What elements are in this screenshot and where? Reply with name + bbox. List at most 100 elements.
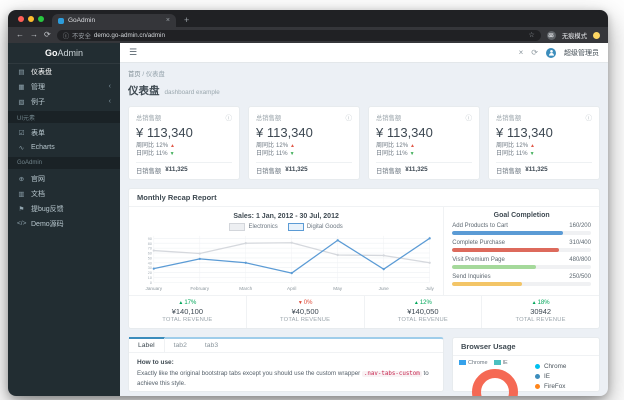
window-controls[interactable] xyxy=(18,16,44,22)
tab-label[interactable]: Label xyxy=(129,336,165,352)
week-trend-label: 周同比 xyxy=(376,143,395,149)
site-info-icon[interactable]: ⓘ xyxy=(63,31,69,40)
card-footer-label: 日销售额 xyxy=(376,167,402,175)
svg-text:20: 20 xyxy=(148,271,152,275)
info-circle-icon[interactable]: ⓘ xyxy=(346,112,353,122)
tab-tab2[interactable]: tab2 xyxy=(165,339,196,352)
circle-icon xyxy=(535,383,540,389)
info-circle-icon[interactable]: ⓘ xyxy=(226,112,233,122)
info-circle-icon[interactable]: ⓘ xyxy=(586,112,593,122)
day-trend-value: 11% xyxy=(276,151,288,158)
sidebar-item-dashboard[interactable]: ▤ 仪表盘 xyxy=(8,64,120,79)
sidebar-item-form[interactable]: ☑ 表单 xyxy=(8,125,120,140)
info-circle-icon[interactable]: ⓘ xyxy=(466,112,473,122)
security-label: 不安全 xyxy=(72,32,91,40)
stat-column: ▲ 18% 30942 TOTAL REVENUE xyxy=(481,295,599,328)
week-trend-value: 12% xyxy=(276,143,289,149)
user-name[interactable]: 超级管理员 xyxy=(564,48,599,58)
goal-row: Send Inquiries 250/500 xyxy=(452,274,591,286)
extension-icon[interactable] xyxy=(593,31,600,39)
sidebar-section-header-goadmin: GoAdmin xyxy=(8,157,120,169)
sidebar-item-example[interactable]: ▧ 例子 ‹ xyxy=(8,94,120,109)
minimize-window-button[interactable] xyxy=(28,16,34,22)
sales-chart-title: Sales: 1 Jan, 2012 - 30 Jul, 2012 xyxy=(233,212,339,220)
caret-up-icon: ▲ xyxy=(170,142,175,149)
sidebar-item-website[interactable]: ⊕ 官网 xyxy=(8,171,120,186)
stat-column: ▲ 17% ¥140,100 TOTAL REVENUE xyxy=(129,296,246,328)
zoom-window-button[interactable] xyxy=(38,16,44,22)
goal-label: Visit Premium Page xyxy=(452,256,505,263)
week-trend-label: 周同比 xyxy=(136,143,155,149)
sidebar-item-echarts[interactable]: ∿ Echarts xyxy=(8,140,120,155)
custom-tabs-panel: Label tab2 tab3 How to use: Exactly like… xyxy=(128,336,444,392)
user-avatar[interactable] xyxy=(546,47,556,58)
bug-feedback-icon: ⚑ xyxy=(18,205,25,213)
sidebar-item-admin[interactable]: ▦ 管理 ‹ xyxy=(8,79,120,94)
goal-value: 250/500 xyxy=(569,273,591,280)
chevron-left-icon: ‹ xyxy=(108,98,111,105)
stat-column: ▲ 12% ¥140,050 TOTAL REVENUE xyxy=(363,295,482,328)
tab-bar: Label tab2 tab3 xyxy=(129,336,443,353)
sidebar-item-label: Demo源码 xyxy=(31,220,64,228)
close-window-button[interactable] xyxy=(18,16,24,22)
new-tab-button[interactable]: + xyxy=(184,15,189,25)
sales-card: 总销售额 ⓘ ¥ 113,340 周同比 12% ▲ 日同比 11% ▼ 日销售额 ¥11… xyxy=(128,106,240,180)
forward-icon[interactable]: → xyxy=(30,31,38,39)
stat-value: ¥140,100 xyxy=(171,306,204,316)
caret-down-icon: ▼ xyxy=(169,151,175,158)
breadcrumb-home-link[interactable]: 首页 xyxy=(128,71,141,78)
sidebar-item-docs[interactable]: ▥ 文档 xyxy=(8,186,120,201)
stat-value: ¥40,500 xyxy=(291,306,319,316)
dashboard-icon: ▤ xyxy=(18,68,25,76)
progress-fill xyxy=(452,264,536,269)
progress-track xyxy=(452,264,591,269)
stat-label: TOTAL REVENUE xyxy=(515,316,566,323)
url-text: demo.go-admin.cn/admin xyxy=(93,31,165,39)
sidebar-item-bug-feedback[interactable]: ⚑ 提bug反馈 xyxy=(8,201,120,216)
reload-icon[interactable]: ⟳ xyxy=(44,31,51,39)
app-logo[interactable]: Go Admin xyxy=(8,43,120,64)
sidebar-item-label: 仪表盘 xyxy=(31,68,52,76)
tab-close-icon[interactable]: × xyxy=(166,17,170,24)
legend-label: Digital Goods xyxy=(306,223,343,230)
hamburger-menu-icon[interactable]: ☰ xyxy=(129,47,137,58)
browser-name: IE xyxy=(544,372,550,380)
sidebar-item-label: 管理 xyxy=(31,83,45,91)
globe-icon: ⊕ xyxy=(18,175,25,183)
caret-up-icon: ▲ xyxy=(410,142,415,149)
sidebar-section-header-ui: UI元素 xyxy=(8,111,120,123)
week-trend-label: 周同比 xyxy=(256,143,275,149)
tab-title: GoAdmin xyxy=(68,17,96,24)
progress-track xyxy=(452,230,591,235)
address-bar[interactable]: ⓘ 不安全 demo.go-admin.cn/admin ☆ xyxy=(56,29,541,41)
refresh-content-icon[interactable]: ⟳ xyxy=(531,48,538,57)
day-trend-value: 11% xyxy=(516,151,528,158)
svg-text:April: April xyxy=(287,286,296,292)
week-trend-value: 12% xyxy=(396,143,409,149)
caret-down-icon: ▼ xyxy=(297,299,303,306)
sales-card: 总销售额 ⓘ ¥ 113,340 周同比 12% ▲ 日同比 11% ▼ 日销售额 ¥11… xyxy=(368,106,480,180)
card-title: 总销售额 xyxy=(136,114,162,122)
card-title: 总销售额 xyxy=(496,114,522,122)
svg-text:June: June xyxy=(379,286,389,292)
sidebar-item-demo-source[interactable]: </> Demo源码 xyxy=(8,216,120,231)
close-content-icon[interactable]: × xyxy=(519,48,524,57)
breadcrumb-current: 仪表盘 xyxy=(145,71,165,78)
form-icon: ☑ xyxy=(18,129,25,137)
bookmark-star-icon[interactable]: ☆ xyxy=(529,31,535,39)
logo-light: Admin xyxy=(57,48,83,58)
back-icon[interactable]: ← xyxy=(16,31,24,39)
browser-list-item[interactable]: IE xyxy=(535,373,593,380)
card-footer-value: ¥11,325 xyxy=(165,165,188,173)
day-trend-label: 日同比 xyxy=(376,151,395,158)
browser-tab[interactable]: GoAdmin × xyxy=(52,14,176,27)
tab-tab3[interactable]: tab3 xyxy=(196,339,227,352)
stat-label: TOTAL REVENUE xyxy=(397,316,448,323)
browser-list-item[interactable]: FireFox xyxy=(535,383,593,390)
revenue-stats-row: ▲ 17% ¥140,100 TOTAL REVENUE ▼ 0% ¥40,500 … xyxy=(129,294,599,328)
browser-list-item[interactable]: Chrome xyxy=(535,363,593,370)
svg-text:0: 0 xyxy=(150,281,152,285)
goal-completion-section: Goal Completion Add Products to Cart 160/… xyxy=(443,206,599,295)
card-amount: ¥ 113,340 xyxy=(376,125,433,140)
caret-up-icon: ▲ xyxy=(290,142,295,149)
